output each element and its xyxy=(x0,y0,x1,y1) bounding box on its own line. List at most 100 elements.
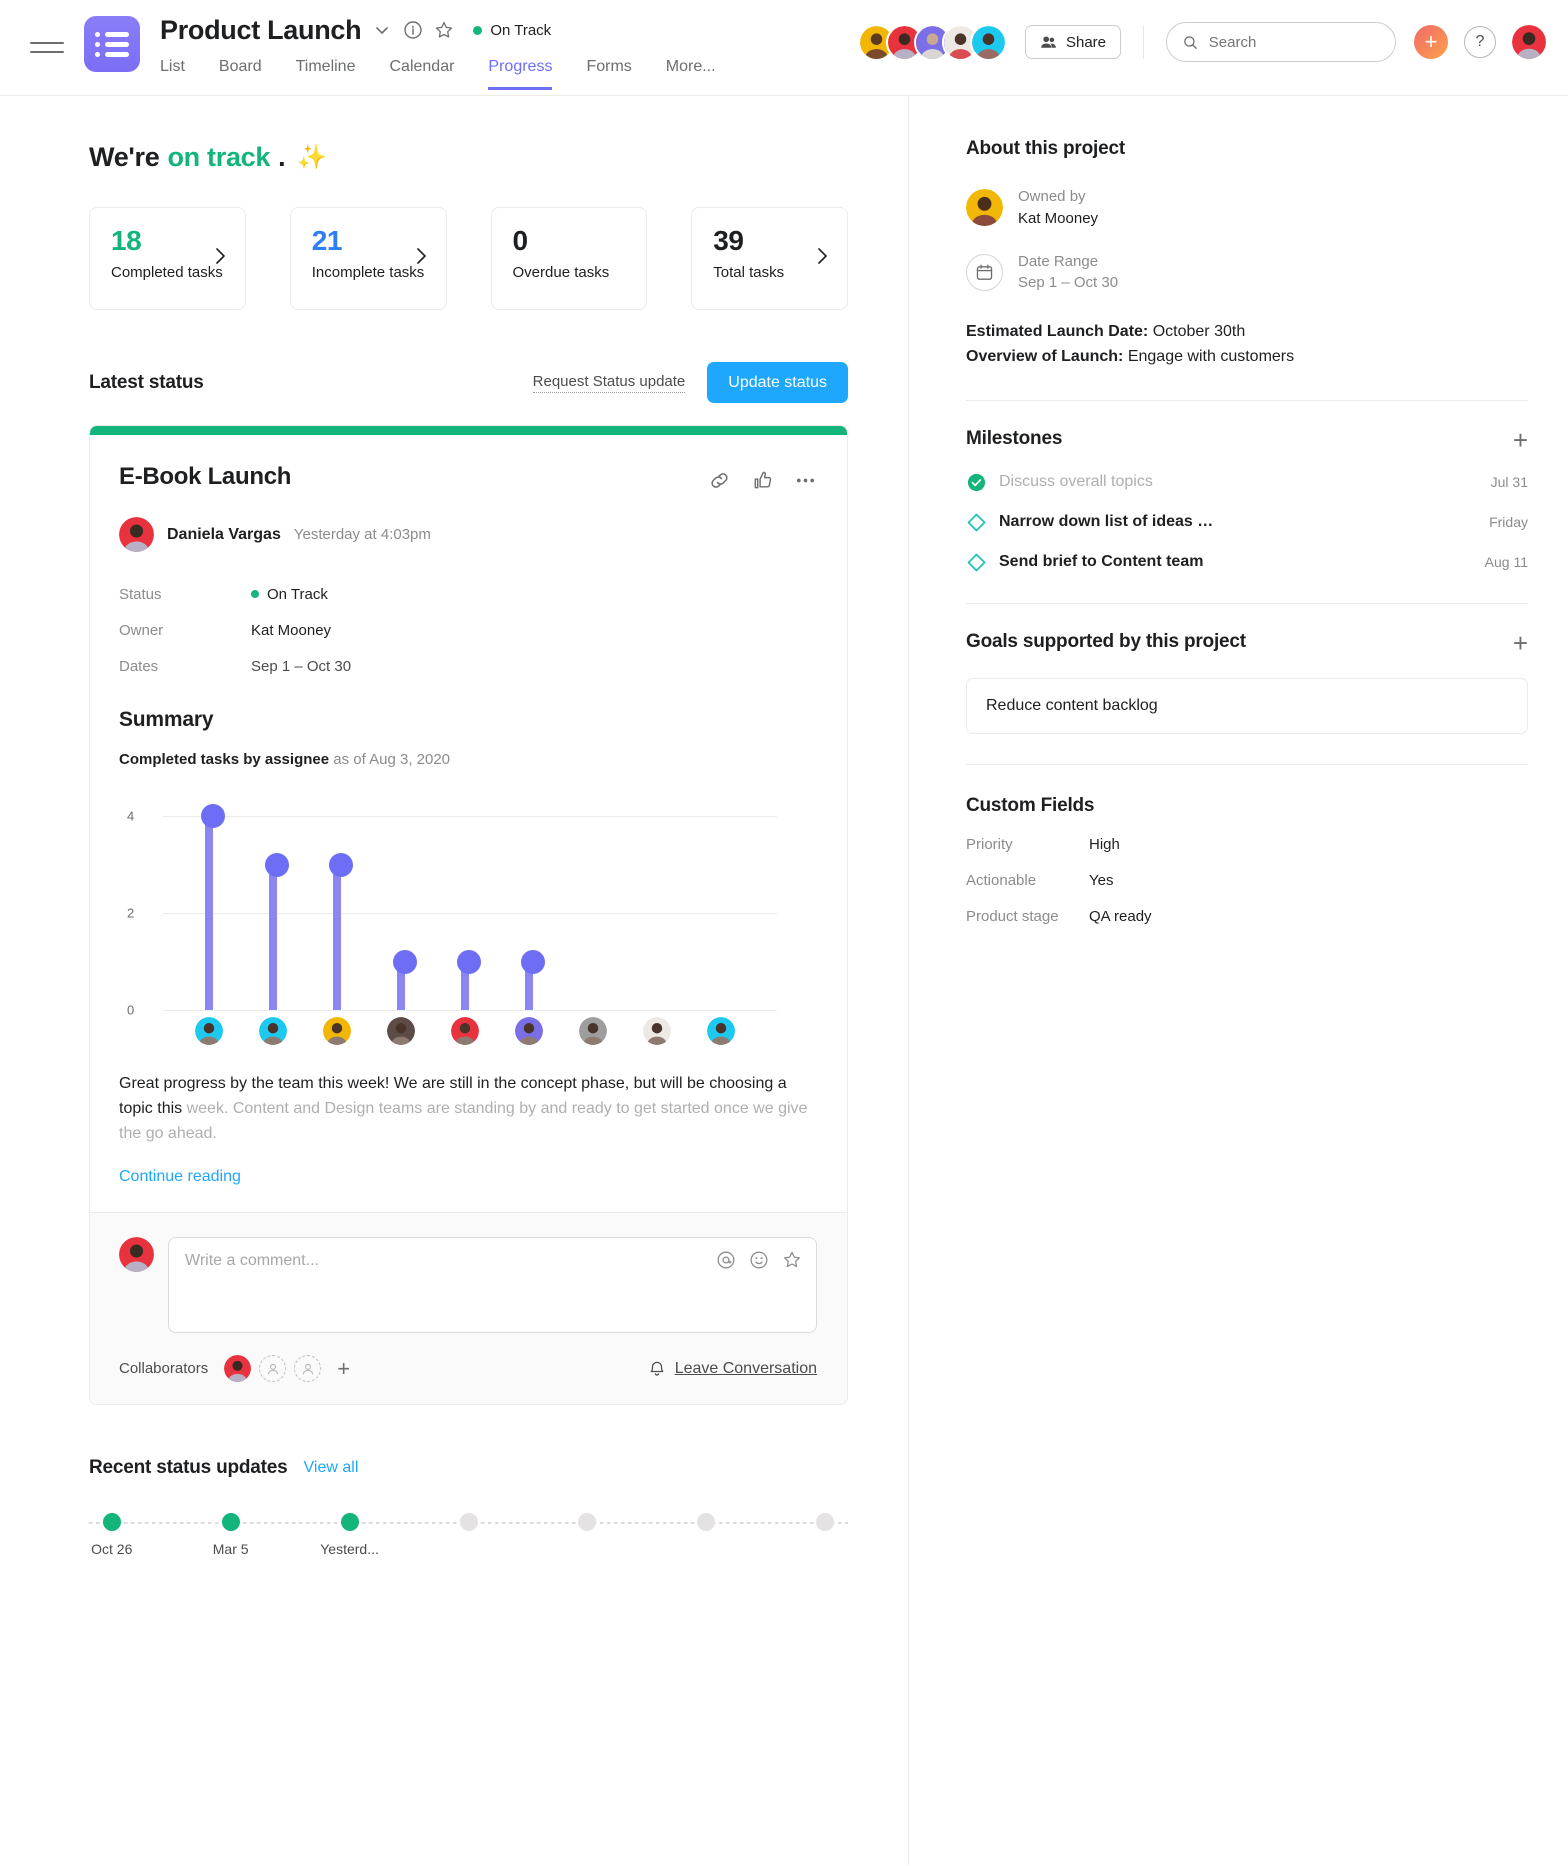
goal-item[interactable]: Reduce content backlog xyxy=(966,677,1528,734)
avatar[interactable] xyxy=(969,23,1007,61)
status-badge[interactable]: On Track xyxy=(473,22,551,39)
chevron-right-icon[interactable] xyxy=(415,246,428,266)
tab-calendar[interactable]: Calendar xyxy=(389,54,454,90)
chart-assignee-avatar[interactable] xyxy=(450,1017,479,1045)
menu-icon[interactable] xyxy=(30,30,64,64)
chart-assignee-avatar[interactable] xyxy=(706,1017,735,1045)
headline-suffix: . xyxy=(278,142,286,172)
status-card-header: E-Book Launch xyxy=(119,463,817,492)
avatar[interactable] xyxy=(1512,25,1546,59)
collaborators-row: Collaborators + Leave Conversation xyxy=(119,1355,817,1383)
divider xyxy=(966,602,1528,604)
leave-conversation-label: Leave Conversation xyxy=(674,1359,817,1377)
recent-updates-title: Recent status updates xyxy=(89,1457,288,1479)
chart-bar-knob[interactable] xyxy=(265,852,289,877)
chart-bar[interactable] xyxy=(205,816,214,1010)
timeline-node[interactable] xyxy=(816,1513,835,1532)
chart-assignee-avatar[interactable] xyxy=(322,1017,351,1045)
avatar[interactable] xyxy=(119,517,154,552)
tab-progress[interactable]: Progress xyxy=(488,54,553,90)
emoji-icon[interactable] xyxy=(749,1250,769,1270)
page-title[interactable]: Product Launch xyxy=(160,15,362,46)
search-box[interactable] xyxy=(1166,22,1396,62)
tab-timeline[interactable]: Timeline xyxy=(296,54,356,90)
chart-bar[interactable] xyxy=(332,864,341,1010)
timeline-node[interactable] xyxy=(102,1513,121,1532)
add-goal-button[interactable]: + xyxy=(1513,630,1528,656)
chart-bar-knob[interactable] xyxy=(520,949,545,974)
milestone-item[interactable]: Send brief to Content team Aug 11 xyxy=(966,552,1528,573)
thumbs-up-icon[interactable] xyxy=(751,469,774,492)
timeline-node[interactable] xyxy=(221,1513,240,1532)
timeline-node[interactable] xyxy=(697,1513,716,1532)
custom-field-row[interactable]: Product stage QA ready xyxy=(966,908,1528,925)
chart-assignee-avatar[interactable] xyxy=(578,1017,607,1045)
chart-bar[interactable] xyxy=(269,864,277,1010)
chevron-right-icon[interactable] xyxy=(816,246,829,266)
divider xyxy=(1143,25,1144,59)
link-icon[interactable] xyxy=(708,469,731,492)
timeline-node[interactable] xyxy=(578,1513,597,1532)
share-button[interactable]: Share xyxy=(1024,25,1121,59)
add-collaborator-button[interactable]: + xyxy=(337,1357,350,1380)
meta-value: Kat Mooney xyxy=(251,621,332,639)
stat-card-overdue[interactable]: 0 Overdue tasks xyxy=(490,207,648,310)
stat-card-total[interactable]: 39 Total tasks xyxy=(691,207,848,310)
sticker-icon[interactable] xyxy=(782,1250,802,1270)
owner-row[interactable]: Owned by Kat Mooney xyxy=(966,186,1528,230)
timeline-node[interactable] xyxy=(340,1513,359,1532)
chart-bar-knob[interactable] xyxy=(328,852,353,877)
avatar xyxy=(119,1237,154,1273)
mention-icon[interactable] xyxy=(716,1250,736,1270)
project-list-icon[interactable] xyxy=(84,16,140,72)
custom-field-row[interactable]: Actionable Yes xyxy=(966,872,1528,889)
chart-assignee-avatar[interactable] xyxy=(259,1017,287,1045)
comment-input[interactable]: Write a comment... xyxy=(168,1237,817,1334)
avatar[interactable] xyxy=(224,1355,252,1383)
continue-reading-link[interactable]: Continue reading xyxy=(119,1168,241,1212)
person-icon xyxy=(267,1363,278,1375)
chart-assignee-avatar[interactable] xyxy=(642,1017,671,1045)
chart-assignee-avatar[interactable] xyxy=(514,1017,543,1045)
request-status-update-link[interactable]: Request Status update xyxy=(532,373,686,393)
chart-assignee-avatar[interactable] xyxy=(195,1017,224,1045)
tab-more[interactable]: More... xyxy=(666,54,716,90)
custom-field-row[interactable]: Priority High xyxy=(966,836,1528,853)
custom-field-key: Priority xyxy=(966,835,1013,853)
chevron-right-icon[interactable] xyxy=(214,246,227,266)
chart-assignee-avatar[interactable] xyxy=(386,1017,415,1045)
avatar-placeholder[interactable] xyxy=(259,1355,287,1383)
avatar-placeholder[interactable] xyxy=(294,1355,322,1383)
view-all-link[interactable]: View all xyxy=(304,1459,359,1477)
search-input[interactable] xyxy=(1208,33,1379,51)
leave-conversation-button[interactable]: Leave Conversation xyxy=(648,1360,817,1378)
chart-bar-knob[interactable] xyxy=(456,949,481,974)
stat-card-completed[interactable]: 18 Completed tasks xyxy=(89,207,246,310)
status-dot xyxy=(251,590,259,598)
person-icon xyxy=(302,1363,313,1375)
chevron-down-icon[interactable] xyxy=(372,20,392,40)
tab-list[interactable]: List xyxy=(160,54,185,90)
create-button[interactable]: + xyxy=(1414,25,1448,59)
stat-card-incomplete[interactable]: 21 Incomplete tasks xyxy=(289,207,447,310)
chart-bar-knob[interactable] xyxy=(201,804,226,828)
chart-bar-knob[interactable] xyxy=(392,949,417,974)
milestone-item[interactable]: Narrow down list of ideas t... Friday xyxy=(966,512,1528,533)
tab-forms[interactable]: Forms xyxy=(586,54,631,90)
info-icon[interactable] xyxy=(403,20,423,40)
more-options-icon[interactable] xyxy=(794,469,817,492)
milestone-item[interactable]: Discuss overall topics Jul 31 xyxy=(966,472,1528,493)
star-icon[interactable] xyxy=(434,20,454,40)
help-button[interactable]: ? xyxy=(1464,26,1496,58)
add-milestone-button[interactable]: + xyxy=(1513,427,1528,453)
update-status-button[interactable]: Update status xyxy=(707,362,848,403)
timeline-node[interactable] xyxy=(459,1513,478,1532)
owned-by-label: Owned by xyxy=(1018,188,1086,205)
custom-field-value: High xyxy=(1089,835,1120,853)
status-timeline: Oct 26 Mar 5 Yesterd... xyxy=(89,1513,848,1583)
date-range-row[interactable]: Date Range Sep 1 – Oct 30 xyxy=(966,251,1528,295)
tab-board[interactable]: Board xyxy=(219,54,262,90)
latest-status-actions: Request Status update Update status xyxy=(532,362,848,403)
member-avatar-stack[interactable] xyxy=(857,23,1007,61)
timeline-node-label: Yesterd... xyxy=(320,1541,379,1558)
